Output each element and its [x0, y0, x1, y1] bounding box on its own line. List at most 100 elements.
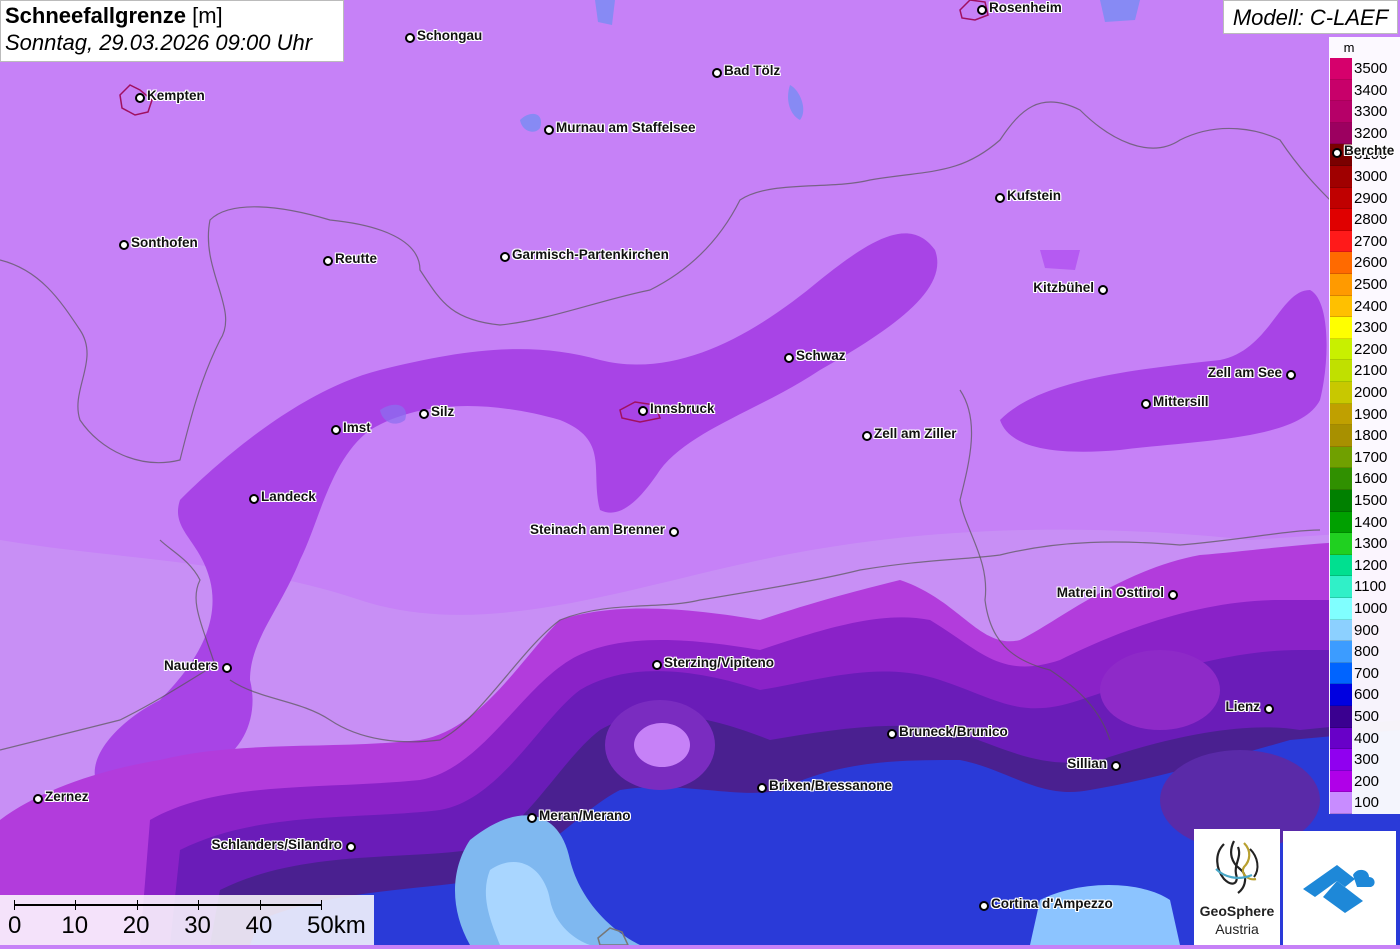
map-title-box: Schneefallgrenze [m] Sonntag, 29.03.2026… [0, 0, 344, 62]
scale-bar: 0 10 20 30 40 50km [0, 895, 374, 945]
legend-row: 2200 [1329, 338, 1400, 361]
legend-swatch [1330, 403, 1352, 426]
city-dot-icon [1141, 399, 1151, 409]
legend-row: 1200 [1329, 554, 1400, 577]
scale-tick [198, 900, 200, 910]
scale-tick [14, 900, 15, 910]
legend-swatch [1330, 490, 1352, 512]
city-dot-icon [119, 240, 129, 250]
legend-label: 2100 [1354, 362, 1388, 380]
legend-label: 2900 [1354, 189, 1388, 207]
city-label: Meran/Merano [539, 808, 631, 823]
scale-tick [259, 900, 261, 910]
city-dot-icon [222, 663, 232, 673]
legend-swatch [1330, 641, 1352, 663]
city-dot-icon [1111, 761, 1121, 771]
city-label: Kufstein [1007, 188, 1061, 203]
city-label: Matrei in Osttirol [1056, 585, 1164, 600]
city-label: Nauders [163, 658, 218, 673]
legend-swatch [1330, 317, 1352, 339]
city-label: Imst [343, 420, 371, 435]
legend-row: 200 [1329, 770, 1400, 793]
legend-label: 2700 [1354, 232, 1388, 250]
legend-label: 2300 [1354, 319, 1388, 337]
legend-swatch [1330, 274, 1352, 296]
city-label: Kitzbühel [1033, 280, 1094, 295]
legend-label: 3400 [1354, 81, 1388, 99]
legend-label: 1000 [1354, 600, 1388, 617]
city-dot-icon [979, 901, 989, 911]
legend-label: 1800 [1354, 427, 1388, 445]
scale-label: 30 [184, 912, 211, 939]
legend-row: 1400 [1329, 511, 1400, 534]
weather-app-icon [1303, 865, 1375, 913]
legend-swatch [1330, 122, 1352, 145]
city-dot-icon [135, 93, 145, 103]
legend-swatch [1330, 619, 1352, 642]
geosphere-logo: GeoSphere Austria [1194, 829, 1280, 945]
legend-label: 1900 [1354, 405, 1388, 423]
city-label: Schwaz [796, 348, 846, 363]
legend-row: 600 [1329, 684, 1400, 706]
legend-label: 3500 [1354, 60, 1388, 77]
geosphere-text: GeoSphere [1199, 903, 1275, 919]
city-label: Steinach am Brenner [529, 522, 665, 537]
city-dot-icon [249, 494, 259, 504]
legend-row: 2000 [1329, 382, 1400, 404]
legend-swatch [1330, 209, 1352, 231]
city-label: Schongau [417, 28, 483, 43]
legend-swatch [1330, 252, 1352, 274]
city-label: Zell am See [1207, 365, 1282, 380]
legend-swatch [1330, 727, 1352, 750]
geosphere-emblem-icon [1215, 840, 1259, 894]
legend-swatch [1330, 749, 1352, 771]
scale-label: 20 [122, 912, 150, 939]
city-dot-icon [862, 431, 872, 441]
city-dot-icon [346, 842, 356, 852]
legend-swatch [1330, 662, 1352, 685]
scale-label: 10 [61, 912, 89, 939]
legend-swatch [1330, 468, 1352, 490]
legend-label: 1100 [1354, 578, 1387, 596]
legend-swatch [1330, 166, 1352, 188]
legend-row: 1100 [1329, 576, 1400, 598]
legend-swatch [1330, 533, 1352, 555]
legend-swatch [1330, 230, 1352, 253]
city-dot-icon [652, 660, 662, 670]
city-dot-icon [784, 353, 794, 363]
legend-row: 1600 [1329, 468, 1400, 490]
city-dot-icon [544, 125, 554, 135]
city-dot-icon [1168, 590, 1178, 600]
legend-swatch [1330, 792, 1352, 814]
scale-tick [321, 900, 322, 910]
title-text: Schneefallgrenze [5, 3, 186, 28]
legend-row: 1800 [1329, 425, 1400, 447]
city-label: Cortina d'Ampezzo [991, 896, 1113, 911]
city-label: Zernez [45, 789, 89, 804]
city-label: Murnau am Staffelsee [556, 120, 696, 135]
legend-row: 1900 [1329, 403, 1400, 426]
scale-tick [75, 900, 77, 910]
legend-label: 500 [1354, 708, 1380, 725]
legend-label: 100 [1354, 794, 1380, 812]
legend-swatch [1330, 338, 1352, 361]
city-dot-icon [500, 252, 510, 262]
city-dot-icon [331, 425, 341, 435]
model-label: Modell: C-LAEF [1223, 0, 1398, 34]
legend-row: 3200 [1329, 122, 1400, 145]
map-title: Schneefallgrenze [m] [5, 3, 339, 29]
legend-swatch [1330, 58, 1352, 80]
austria-text: Austria [1215, 921, 1259, 937]
legend-swatch [1330, 187, 1352, 210]
scale-tick [136, 900, 138, 910]
legend-label: 1500 [1354, 492, 1388, 509]
legend-row: 3500 [1329, 58, 1400, 80]
city-dot-icon [977, 5, 987, 15]
legend-label: 1700 [1354, 448, 1388, 466]
legend-label: 1400 [1354, 513, 1388, 531]
legend-swatch [1330, 554, 1352, 577]
legend-row: 2500 [1329, 274, 1400, 296]
legend-label: 400 [1354, 729, 1380, 747]
city-dot-icon [712, 68, 722, 78]
title-unit: [m] [192, 3, 223, 28]
